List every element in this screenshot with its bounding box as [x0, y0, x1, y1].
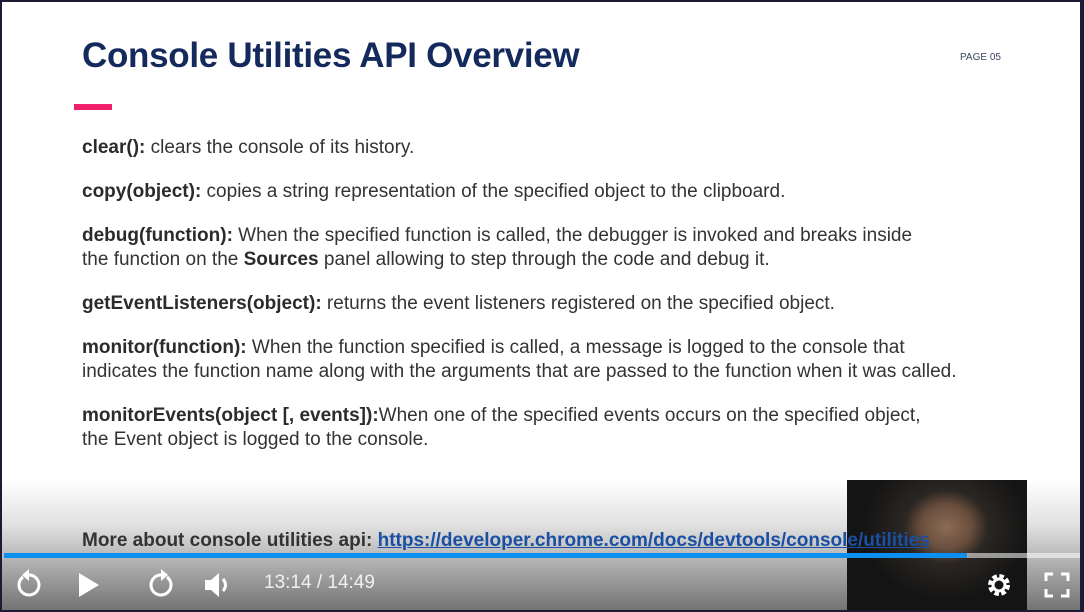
volume-icon: [205, 573, 227, 597]
list-item: clear(): clears the console of its histo…: [82, 136, 982, 160]
progress-fill: [4, 553, 967, 558]
replay-button[interactable]: [14, 568, 44, 600]
list-item: debug(function): When the specified func…: [82, 224, 922, 272]
time-separator: /: [311, 572, 328, 593]
settings-button[interactable]: [986, 572, 1012, 598]
docs-link[interactable]: https://developer.chrome.com/docs/devtoo…: [378, 530, 930, 551]
api-list: clear(): clears the console of its histo…: [82, 136, 982, 472]
item-desc: returns the event listeners registered o…: [321, 293, 835, 314]
volume-button[interactable]: [203, 571, 233, 599]
video-player: Console Utilities API Overview PAGE 05 c…: [0, 0, 1084, 612]
list-item: monitorEvents(object [, events]):When on…: [82, 404, 922, 452]
play-icon: [79, 573, 99, 597]
accent-bar: [74, 104, 112, 110]
more-info: More about console utilities api: https:…: [82, 530, 930, 552]
play-button[interactable]: [77, 571, 101, 599]
settings-icon: [988, 574, 1010, 596]
progress-bar[interactable]: [4, 553, 1080, 558]
list-item: copy(object): copies a string representa…: [82, 180, 982, 204]
item-desc: panel allowing to step through the code …: [318, 249, 770, 270]
item-term: copy(object):: [82, 181, 202, 202]
page-number: PAGE 05: [960, 52, 1001, 63]
forward-icon: [149, 569, 173, 597]
slide-title: Console Utilities API Overview: [82, 36, 580, 75]
item-bold: Sources: [243, 249, 319, 270]
fullscreen-icon: [1044, 572, 1070, 598]
item-term: getEventListeners(object):: [82, 293, 322, 314]
list-item: monitor(function): When the function spe…: [82, 336, 967, 384]
item-term: monitor(function):: [82, 337, 247, 358]
replay-icon: [17, 569, 41, 597]
item-desc: clears the console of its history.: [145, 137, 415, 158]
duration: 14:49: [327, 572, 375, 593]
item-term: debug(function):: [82, 225, 233, 246]
more-label: More about console utilities api:: [82, 530, 378, 551]
item-desc: copies a string representation of the sp…: [201, 181, 786, 202]
item-term: clear():: [82, 137, 146, 158]
list-item: getEventListeners(object): returns the e…: [82, 292, 982, 316]
current-time: 13:14: [264, 572, 312, 593]
forward-button[interactable]: [146, 568, 176, 600]
fullscreen-button[interactable]: [1044, 572, 1070, 598]
time-display: 13:14 / 14:49: [264, 572, 375, 594]
item-term: monitorEvents(object [, events]):: [82, 405, 379, 426]
